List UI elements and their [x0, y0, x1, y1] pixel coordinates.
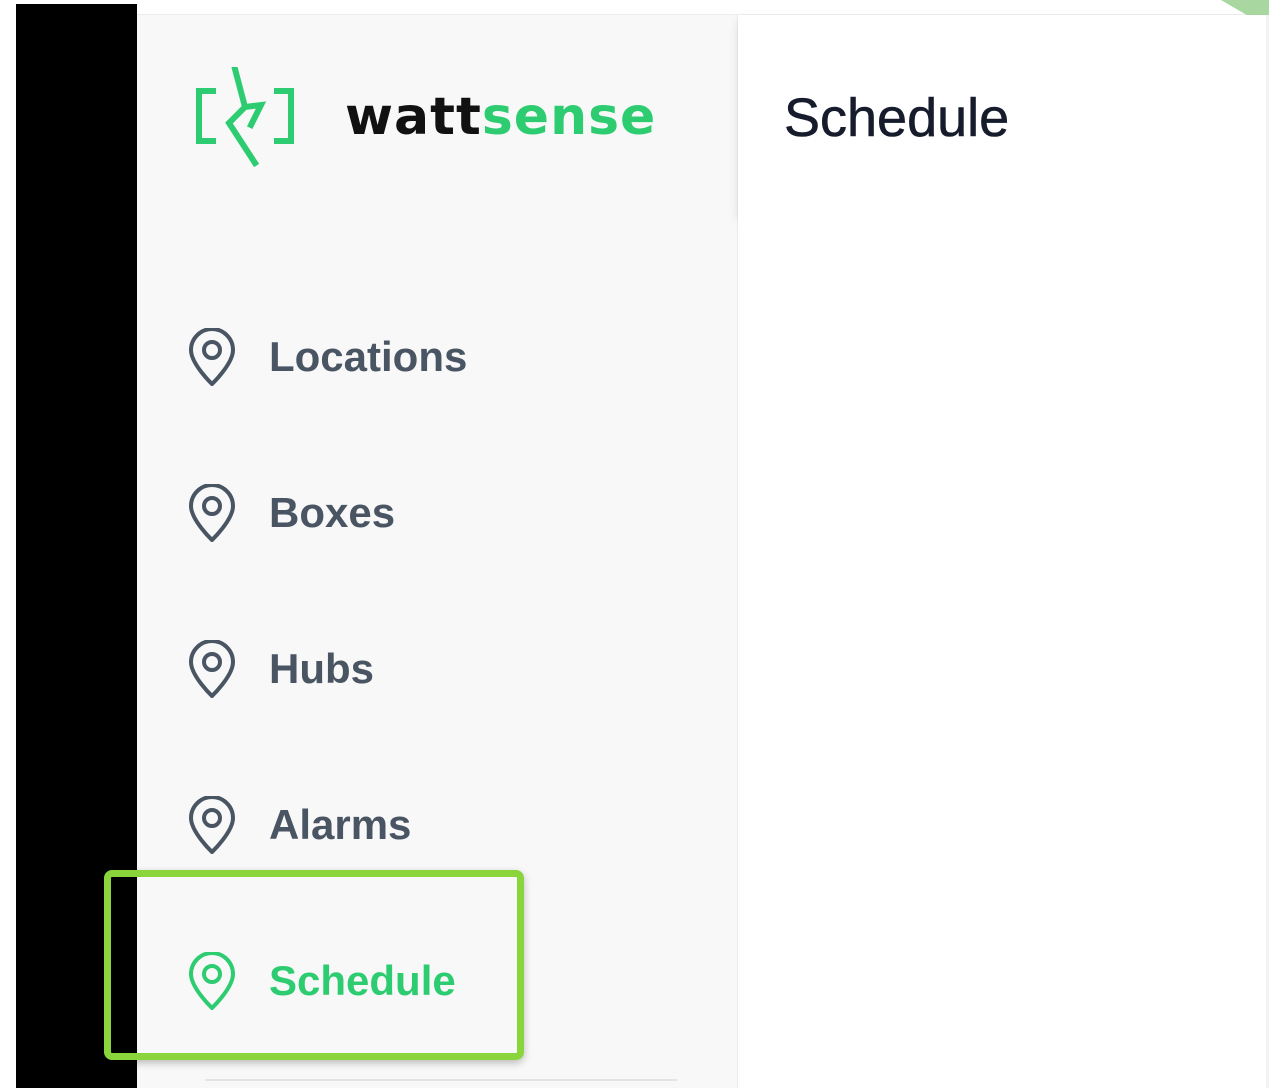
sidebar-item-boxes[interactable]: Boxes [185, 481, 395, 545]
map-pin-icon [189, 640, 235, 698]
main-content [738, 215, 1266, 1088]
sidebar: wattsense Locations Boxes Hubs Alarms Sc… [104, 15, 738, 1088]
sidebar-item-label: Boxes [269, 489, 396, 536]
sidebar-item-label: Locations [269, 333, 468, 380]
map-pin-icon [189, 328, 235, 386]
page-header: Schedule [738, 15, 1266, 215]
sidebar-divider [205, 1079, 677, 1081]
sidebar-item-label: Alarms [269, 801, 412, 848]
sidebar-item-hubs[interactable]: Hubs [185, 637, 374, 701]
window-top-edge [137, 0, 1269, 15]
highlight-box [104, 870, 524, 1060]
sidebar-item-locations[interactable]: Locations [185, 325, 467, 389]
map-pin-icon [189, 796, 235, 854]
map-pin-icon [189, 484, 235, 542]
sidebar-item-alarms[interactable]: Alarms [185, 793, 411, 857]
sidebar-item-label: Hubs [269, 645, 374, 692]
page-title: Schedule [784, 88, 1010, 149]
